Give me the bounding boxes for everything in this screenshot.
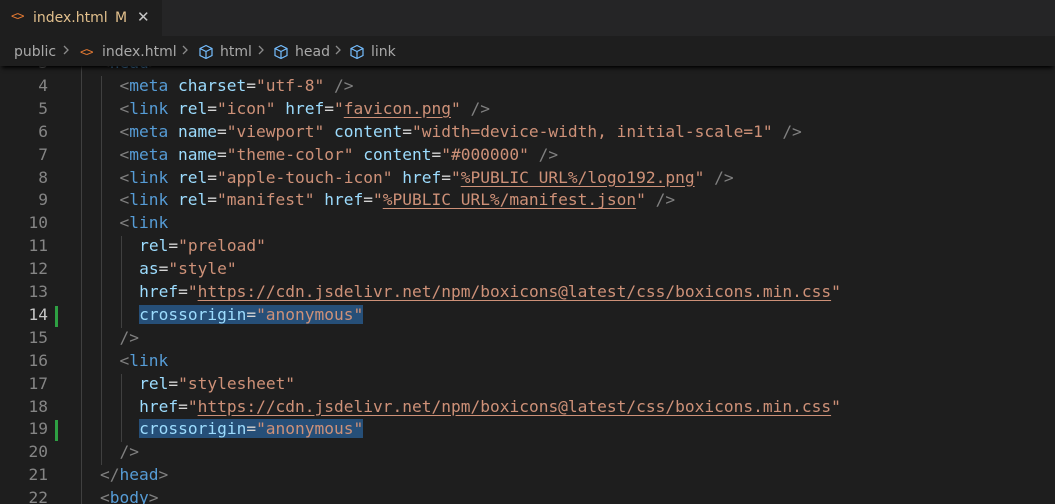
symbol-element-icon [198,44,214,64]
modified-indicator: M [115,10,128,26]
indent-guide [81,60,83,504]
code-line[interactable]: rel="stylesheet" [139,374,295,393]
line-number: 7 [38,144,48,164]
line-number: 15 [28,327,49,347]
line-number: 5 [38,98,48,118]
chevron-right-icon [257,44,265,60]
tab-index-html[interactable]: <> index.html M ✕ [0,0,162,36]
symbol-element-icon [349,44,365,64]
close-icon[interactable]: ✕ [137,8,150,26]
tab-bar: <> index.html M ✕ [0,0,1055,36]
code-line[interactable]: as="style" [139,259,236,278]
indent-guide [120,373,122,443]
modified-line-marker [55,420,58,442]
html-file-icon: <> [11,9,24,23]
code-line[interactable]: href="https://cdn.jsdelivr.net/npm/boxic… [139,282,841,301]
line-number: 19 [28,419,49,439]
line-number: 21 [28,465,49,485]
line-number: 4 [38,75,48,95]
breadcrumb: public <> index.html html head link [0,36,1055,66]
line-number: 8 [38,167,48,187]
breadcrumb-item-link[interactable]: link [371,44,396,60]
indent-guide [120,236,122,328]
line-number: 14 [28,304,49,324]
code-line[interactable]: <link [120,351,169,370]
code-line[interactable]: crossorigin="anonymous" [139,419,364,439]
symbol-element-icon [273,44,289,64]
line-number: 10 [28,213,49,233]
code-line[interactable]: <meta charset="utf-8" /> [120,76,354,95]
line-number: 11 [28,236,49,256]
code-line[interactable]: <meta name="theme-color" content="#00000… [120,145,559,164]
code-line[interactable]: <body> [100,488,158,504]
breadcrumb-item-html[interactable]: html [220,44,252,60]
code-line[interactable]: <meta name="viewport" content="width=dev… [120,122,802,141]
breadcrumb-item-head[interactable]: head [295,44,330,60]
line-number: 6 [38,121,48,141]
line-number: 13 [28,282,49,301]
line-number: 17 [28,373,49,393]
line-number: 16 [28,350,49,370]
code-line[interactable]: <link rel="apple-touch-icon" href="%PUBL… [120,168,734,187]
chevron-right-icon [334,44,342,60]
modified-line-marker [55,305,58,327]
chevron-right-icon [62,44,70,60]
code-editor[interactable]: 3 4 5 6 7 8 9 10 11 12 13 14 15 16 17 18 19 20 21 22 <head>… [0,60,1055,504]
indent-guide [101,75,102,466]
line-number: 20 [28,442,49,462]
code-line[interactable]: crossorigin="anonymous" [139,304,364,324]
tab-label: index.html [33,10,108,26]
line-number: 18 [28,396,49,416]
line-number: 22 [28,488,49,504]
code-line[interactable]: /> [120,328,140,347]
code-line[interactable]: </head> [100,465,168,484]
code-line[interactable]: <link [120,213,169,232]
code-line[interactable]: rel="preload" [139,236,266,255]
code-line[interactable]: /> [120,442,140,461]
code-line[interactable]: <link rel="icon" href="favicon.png" /> [120,99,490,118]
code-line[interactable]: <link rel="manifest" href="%PUBLIC_URL%/… [120,190,676,209]
chevron-right-icon [181,44,189,60]
breadcrumb-item-public[interactable]: public [14,44,56,60]
breadcrumb-item-file[interactable]: index.html [102,44,177,60]
line-number: 12 [28,259,49,279]
html-file-icon: <> [80,45,93,59]
line-number: 9 [38,190,48,210]
code-line[interactable]: href="https://cdn.jsdelivr.net/npm/boxic… [139,397,841,416]
